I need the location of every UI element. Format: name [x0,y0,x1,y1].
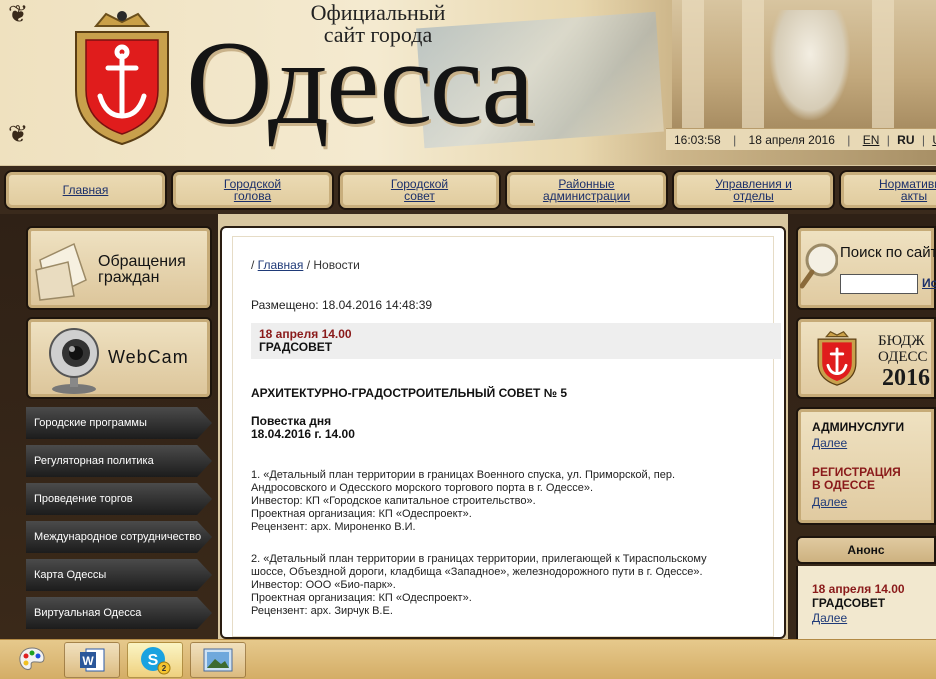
breadcrumb-current: Новости [313,258,360,272]
search-input[interactable] [840,274,918,294]
registration-more-link[interactable]: Далее [812,495,847,509]
word-icon: W [80,648,105,672]
nav-city-council[interactable]: Городской совет [338,170,501,210]
svg-text:W: W [82,654,94,668]
announcement-more-link[interactable]: Далее [812,611,847,625]
photo-viewer-button[interactable] [190,642,246,678]
menu-odessa-map[interactable]: Карта Одессы [26,559,212,591]
odessa-coat-of-arms-icon[interactable] [66,8,178,148]
main-content: / Главная / Новости Размещено: 18.04.201… [220,226,786,639]
skype-app-button[interactable]: S 2 [127,642,183,678]
search-label: Поиск по сайт [840,244,936,261]
news-date: 18 апреля 14.00 [259,327,352,341]
nav-home[interactable]: Главная [4,170,167,210]
magnifier-icon [800,243,838,289]
budget-banner[interactable]: БЮДЖ ОДЕСС 2016 [796,317,936,399]
nav-district-administrations[interactable]: Районные администрации [505,170,668,210]
lang-en-link[interactable]: EN [863,133,880,147]
menu-international-cooperation[interactable]: Международное сотрудничество [26,521,212,553]
menu-tenders[interactable]: Проведение торгов [26,483,212,515]
ornament-icon: ❦ [8,0,29,28]
main-navigation: Главная Городской голова Городской совет… [0,166,936,214]
webcam-label: WebCam [108,347,189,367]
posted-timestamp: Размещено: 18.04.2016 14:48:39 [251,298,433,312]
header-palace-photo [672,0,936,128]
site-title-big[interactable]: Одесса [186,18,535,148]
odessa-coat-of-arms-icon [817,330,857,386]
site-search-box: Поиск по сайт Ис [796,226,936,310]
registration-title: РЕГИСТРАЦИЯ В ОДЕССЕ [812,465,901,492]
agenda-date: 18.04.2016 г. 14.00 [251,427,355,441]
menu-regulatory-policy[interactable]: Регуляторная политика [26,445,212,477]
paper-envelope-icon [35,242,87,301]
menu-virtual-odessa[interactable]: Виртуальная Одесса [26,597,212,629]
news-title: ГРАДСОВЕТ [259,340,333,354]
statue-image [770,10,850,120]
menu-city-programs[interactable]: Городские программы [26,407,212,439]
budget-line-2: ОДЕСС [878,349,928,365]
budget-year: 2016 [882,365,930,391]
lang-ua-link[interactable]: U [932,133,936,147]
search-button[interactable]: Ис [922,276,936,290]
services-box: АДМИНУСЛУГИ Далее РЕГИСТРАЦИЯ В ОДЕССЕ Д… [796,407,936,525]
ornament-icon: ❦ [8,120,29,148]
agenda-item-1: 1. «Детальный план территории в границах… [251,469,675,533]
site-header: ❦ ❦ Официальный сайт города Одесса 16:03… [0,0,936,165]
skype-icon: S 2 [141,647,171,675]
appeals-label: Обращения граждан [98,253,186,286]
date-bar: 16:03:58 | 18 апреля 2016 | EN | RU | U [666,128,936,150]
budget-line-1: БЮДЖ [878,333,925,349]
paint-app-button[interactable] [4,642,60,678]
news-header: 18 апреля 14.00 ГРАДСОВЕТ [251,323,781,359]
webcam-icon [49,328,99,394]
photo-viewer-icon [203,648,233,672]
current-date: 18 апреля 2016 [748,133,835,147]
agenda-heading: Повестка дня 18.04.2016 г. 14.00 [251,414,355,441]
announcement-date: 18 апреля 14.00 [812,582,905,596]
current-time: 16:03:58 [674,133,721,147]
paint-palette-icon [19,647,45,670]
windows-taskbar: W S 2 [0,639,936,679]
skype-badge: 2 [162,664,167,673]
breadcrumb: / Главная / Новости [251,258,360,272]
agenda-item-2: 2. «Детальный план территории в границах… [251,553,707,617]
lang-ru-current: RU [897,133,915,147]
webcam-banner[interactable]: WebCam [26,317,212,399]
svg-text:S: S [148,652,159,669]
breadcrumb-home-link[interactable]: Главная [258,258,304,272]
nav-mayor[interactable]: Городской голова [171,170,334,210]
admin-services-title: АДМИНУСЛУГИ [812,420,905,434]
announcement-box: 18 апреля 14.00 ГРАДСОВЕТ Далее [796,566,936,639]
nav-normative-acts[interactable]: Нормативные акты [839,170,936,210]
announcement-title: ГРАДСОВЕТ [812,596,886,610]
nav-departments[interactable]: Управления и отделы [672,170,835,210]
admin-services-more-link[interactable]: Далее [812,436,847,450]
citizens-appeals-banner[interactable]: Обращения граждан [26,226,212,310]
announcement-header: Анонс [796,536,936,564]
word-app-button[interactable]: W [64,642,120,678]
article-title: АРХИТЕКТУРНО-ГРАДОСТРОИТЕЛЬНЫЙ СОВЕТ № 5 [251,386,568,400]
